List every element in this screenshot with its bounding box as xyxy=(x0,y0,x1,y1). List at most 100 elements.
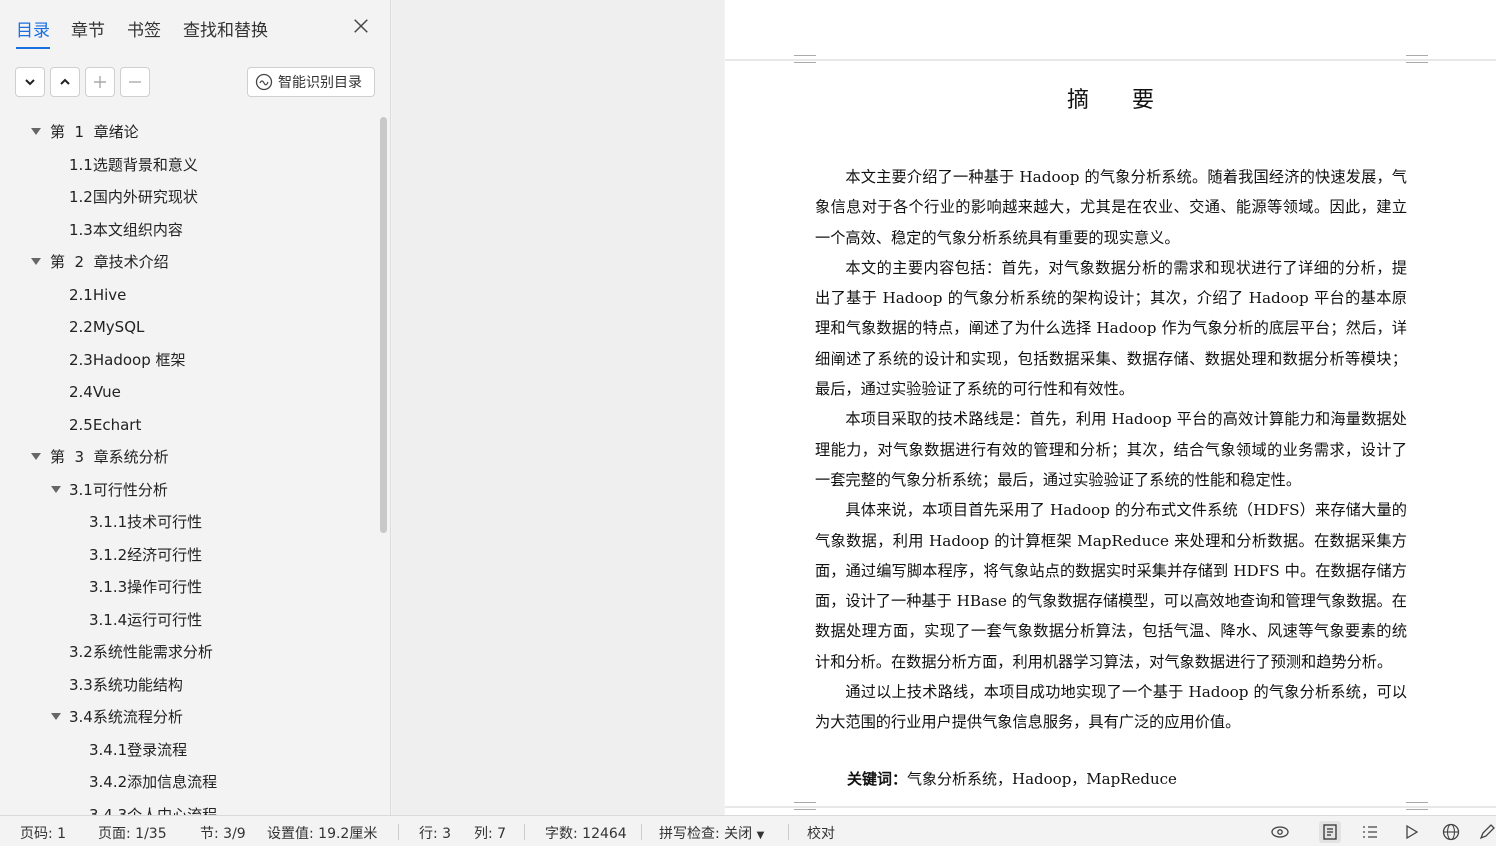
margin-marker xyxy=(1406,802,1428,810)
expand-arrow-icon[interactable] xyxy=(31,128,41,135)
toc-toolbar: 智能识别目录 xyxy=(0,66,391,100)
chevron-down-icon xyxy=(25,79,35,86)
play-icon[interactable] xyxy=(1400,821,1422,843)
toc-item-label: 3.3系统功能结构 xyxy=(69,675,183,694)
workspace-background xyxy=(392,0,724,815)
document-title: 摘 要 xyxy=(1067,88,1172,113)
toc-item-label: 1.1选题背景和意义 xyxy=(69,155,198,174)
toc-item-label: 3.1.3操作可行性 xyxy=(89,578,203,596)
tab-sections[interactable]: 章节 xyxy=(71,16,105,41)
status-page-code[interactable]: 页码: 1 xyxy=(20,823,66,843)
toc-item[interactable]: 2.5Echart xyxy=(0,409,378,441)
footer-boundary xyxy=(725,806,1496,808)
toc-item[interactable]: 3.1.4运行可行性 xyxy=(0,604,378,636)
status-spell-check[interactable]: 拼写检查: 关闭 ▼ xyxy=(659,823,764,843)
nav-tabs: 目录 章节 书签 查找和替换 xyxy=(0,0,391,56)
spell-check-label: 拼写检查: 关闭 xyxy=(659,826,753,842)
toc-item-label: 3.1.1技术可行性 xyxy=(89,513,203,531)
expand-arrow-icon[interactable] xyxy=(51,713,61,720)
toc-tree: 第 1 章绪论 1.1选题背景和意义 1.2国内外研究现状 1.3本文组织内容第 2 … xyxy=(0,116,378,815)
toc-item[interactable]: 3.1可行性分析 xyxy=(0,474,378,506)
toc-item[interactable]: 3.1.3操作可行性 xyxy=(0,571,378,603)
toc-item-label: 2.4Vue xyxy=(69,383,121,401)
status-page[interactable]: 页面: 1/35 xyxy=(98,823,167,843)
chevron-down-icon: ▼ xyxy=(756,830,765,841)
toc-item-label: 3.1.2经济可行性 xyxy=(89,545,203,564)
page-view-icon[interactable] xyxy=(1319,821,1341,843)
toc-item[interactable]: 1.2国内外研究现状 xyxy=(0,181,378,213)
toc-item[interactable]: 3.4.1登录流程 xyxy=(0,734,378,766)
header-boundary xyxy=(725,59,1496,61)
toc-item-label: 第 1 章绪论 xyxy=(50,123,139,141)
divider xyxy=(398,824,399,840)
keywords-label: 关键词： xyxy=(847,770,908,788)
expand-arrow-icon[interactable] xyxy=(51,485,61,493)
tab-toc[interactable]: 目录 xyxy=(16,16,50,49)
remove-heading-button[interactable] xyxy=(120,67,150,97)
toc-item-label: 2.5Echart xyxy=(69,415,142,434)
divider xyxy=(788,824,789,840)
minus-icon xyxy=(129,81,141,83)
toc-item[interactable]: 2.4Vue xyxy=(0,376,378,408)
margin-marker xyxy=(794,802,816,810)
chevron-up-icon xyxy=(60,78,70,85)
status-section[interactable]: 节: 3/9 xyxy=(200,823,246,843)
expand-arrow-icon[interactable] xyxy=(31,258,41,265)
expand-arrow-icon[interactable] xyxy=(31,453,41,460)
globe-icon[interactable] xyxy=(1440,821,1462,843)
document-page[interactable]: 摘 要 本文主要介绍了一种基于 Hadoop 的气象分析系统。随着我国经济的快速… xyxy=(725,0,1496,815)
toc-item[interactable]: 3.2系统性能需求分析 xyxy=(0,636,378,668)
tab-find-replace[interactable]: 查找和替换 xyxy=(183,16,268,41)
collapse-up-button[interactable] xyxy=(50,67,80,97)
toc-item-label: 第 2 章技术介绍 xyxy=(50,253,169,271)
expand-down-button[interactable] xyxy=(15,67,45,97)
toc-item[interactable]: 1.3本文组织内容 xyxy=(0,214,378,246)
toc-item-label: 3.1.4运行可行性 xyxy=(89,610,203,629)
navigation-pane: 目录 章节 书签 查找和替换 智能识别目录 第 1 章绪论 1.1选题背景和意义 1… xyxy=(0,0,391,815)
toc-item-label: 3.4.2添加信息流程 xyxy=(89,773,218,791)
smart-toc-label: 智能识别目录 xyxy=(278,75,362,91)
status-setting[interactable]: 设置值: 19.2厘米 xyxy=(267,823,377,843)
toc-item[interactable]: 第 3 章系统分析 xyxy=(0,441,378,473)
add-heading-button[interactable] xyxy=(85,67,115,97)
toc-item[interactable]: 3.3系统功能结构 xyxy=(0,669,378,701)
toc-item-label: 2.1Hive xyxy=(69,285,127,304)
toc-item[interactable]: 2.3Hadoop 框架 xyxy=(0,344,378,376)
paragraph: 本文的主要内容包括：首先，对气象数据分析的需求和现状进行了详细的分析，提出了基于… xyxy=(815,258,1407,399)
toc-item-label: 3.4.3个人中心流程 xyxy=(89,805,218,816)
paragraph: 本项目采取的技术路线是：首先，利用 Hadoop 平台的高效计算能力和海量数据处… xyxy=(815,410,1407,489)
toc-item-label: 1.2国内外研究现状 xyxy=(69,188,198,206)
pen-icon[interactable] xyxy=(1476,821,1496,843)
toc-item-label: 3.2系统性能需求分析 xyxy=(69,643,213,661)
status-proofread[interactable]: 校对 xyxy=(807,823,835,843)
status-word-count[interactable]: 字数: 12464 xyxy=(545,823,627,843)
status-row[interactable]: 行: 3 xyxy=(419,823,451,843)
toc-item[interactable]: 3.4.2添加信息流程 xyxy=(0,766,378,798)
smart-toc-button[interactable]: 智能识别目录 xyxy=(247,67,375,97)
tab-bookmarks[interactable]: 书签 xyxy=(127,16,161,41)
toc-scrollbar[interactable] xyxy=(380,117,387,533)
toc-item[interactable]: 2.1Hive xyxy=(0,279,378,311)
toc-item[interactable]: 第 1 章绪论 xyxy=(0,116,378,148)
divider xyxy=(641,824,642,840)
toc-item-label: 1.3本文组织内容 xyxy=(69,220,183,239)
smart-recognize-icon xyxy=(255,73,273,91)
toc-item[interactable]: 2.2MySQL xyxy=(0,311,378,343)
divider xyxy=(524,824,525,840)
toc-item[interactable]: 3.4.3个人中心流程 xyxy=(0,799,378,816)
outline-view-icon[interactable] xyxy=(1359,821,1381,843)
plus-icon xyxy=(94,76,106,88)
paragraph: 具体来说，本项目首先采用了 Hadoop 的分布式文件系统（HDFS）来存储大量… xyxy=(815,501,1407,671)
toc-item[interactable]: 3.1.2经济可行性 xyxy=(0,539,378,571)
toc-item-label: 3.1可行性分析 xyxy=(69,480,168,499)
status-col[interactable]: 列: 7 xyxy=(474,823,506,843)
toc-item[interactable]: 第 2 章技术介绍 xyxy=(0,246,378,278)
status-bar: 页码: 1 页面: 1/35 节: 3/9 设置值: 19.2厘米 行: 3 列… xyxy=(0,815,1496,846)
keywords-line: 关键词：气象分析系统，Hadoop，MapReduce xyxy=(847,768,1177,789)
toc-item-label: 第 3 章系统分析 xyxy=(50,448,169,466)
toc-item[interactable]: 1.1选题背景和意义 xyxy=(0,149,378,181)
eye-icon[interactable] xyxy=(1269,821,1291,843)
toc-item[interactable]: 3.1.1技术可行性 xyxy=(0,506,378,538)
toc-item[interactable]: 3.4系统流程分析 xyxy=(0,701,378,733)
close-icon[interactable] xyxy=(351,17,371,37)
